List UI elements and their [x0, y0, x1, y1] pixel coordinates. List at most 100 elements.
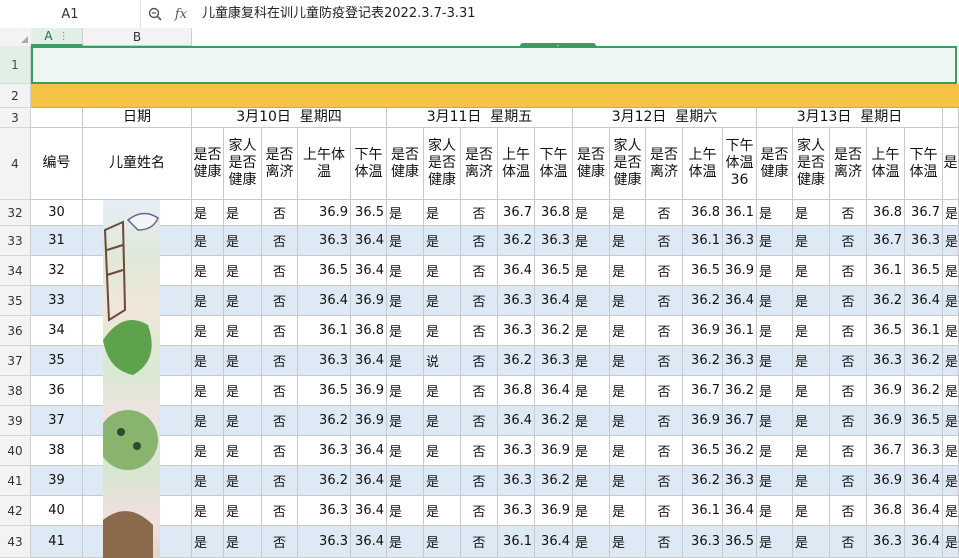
day-header[interactable]: 3月10日 星期四	[192, 108, 387, 128]
temperature-cell[interactable]: 36.1	[905, 316, 943, 346]
status-cell[interactable]: 是	[573, 316, 610, 346]
temperature-cell[interactable]: 36.3	[298, 526, 351, 558]
temperature-cell[interactable]: 36.2	[535, 316, 573, 346]
temperature-cell[interactable]: 36.4	[905, 526, 943, 558]
child-id[interactable]: 35	[31, 346, 83, 376]
row-header[interactable]: 3	[0, 108, 31, 128]
status-cell[interactable]: 是	[943, 526, 959, 558]
temperature-cell[interactable]: 36.1	[298, 316, 351, 346]
row-header[interactable]: 33	[0, 226, 31, 256]
temperature-cell[interactable]: 36.4	[351, 466, 387, 496]
status-cell[interactable]: 否	[461, 256, 498, 286]
status-cell[interactable]: 是	[610, 346, 646, 376]
row-header[interactable]: 39	[0, 406, 31, 436]
status-cell[interactable]: 是	[224, 316, 262, 346]
status-cell[interactable]: 否	[461, 466, 498, 496]
selected-row-1[interactable]	[31, 46, 957, 84]
select-all-corner[interactable]	[0, 28, 32, 47]
status-cell[interactable]: 是	[943, 256, 959, 286]
temperature-cell[interactable]: 36.2	[498, 346, 535, 376]
temperature-cell[interactable]: 36.4	[298, 286, 351, 316]
row-header[interactable]: 38	[0, 376, 31, 406]
temperature-cell[interactable]: 36.3	[298, 226, 351, 256]
child-id[interactable]: 39	[31, 466, 83, 496]
temperature-cell[interactable]: 36.5	[298, 256, 351, 286]
column-subheader[interactable]: 上午体温	[498, 128, 535, 200]
temperature-cell[interactable]: 36.8	[351, 316, 387, 346]
row-header[interactable]: 35	[0, 286, 31, 316]
status-cell[interactable]: 是	[610, 406, 646, 436]
column-subheader[interactable]: 上午体温	[867, 128, 905, 200]
status-cell[interactable]: 是	[943, 496, 959, 526]
status-cell[interactable]: 是	[387, 316, 424, 346]
column-subheader[interactable]: 上午体温	[298, 128, 351, 200]
status-cell[interactable]: 否	[830, 436, 867, 466]
temperature-cell[interactable]: 36.9	[351, 286, 387, 316]
status-cell[interactable]: 否	[262, 200, 298, 226]
status-cell[interactable]: 是	[757, 436, 793, 466]
status-cell[interactable]: 否	[830, 406, 867, 436]
status-cell[interactable]: 是	[793, 406, 830, 436]
temperature-cell[interactable]: 36.2	[723, 376, 757, 406]
status-cell[interactable]: 否	[461, 406, 498, 436]
status-cell[interactable]: 否	[830, 526, 867, 558]
status-cell[interactable]: 是	[192, 436, 224, 466]
temperature-cell[interactable]: 36.3	[498, 286, 535, 316]
row-header[interactable]: 37	[0, 346, 31, 376]
temperature-cell[interactable]: 36.3	[723, 466, 757, 496]
status-cell[interactable]: 是	[424, 200, 461, 226]
status-cell[interactable]: 是	[757, 226, 793, 256]
name-box[interactable]: A1	[0, 0, 141, 28]
child-id[interactable]: 31	[31, 226, 83, 256]
temperature-cell[interactable]: 36.9	[351, 376, 387, 406]
temperature-cell[interactable]: 36.5	[867, 316, 905, 346]
status-cell[interactable]: 否	[262, 316, 298, 346]
status-cell[interactable]: 是	[610, 526, 646, 558]
status-cell[interactable]: 是	[192, 256, 224, 286]
column-subheader[interactable]: 是否离济	[262, 128, 298, 200]
status-cell[interactable]: 是	[757, 256, 793, 286]
temperature-cell[interactable]: 36.4	[351, 346, 387, 376]
status-cell[interactable]: 是	[793, 226, 830, 256]
status-cell[interactable]: 是	[573, 226, 610, 256]
status-cell[interactable]: 是	[192, 200, 224, 226]
temperature-cell[interactable]: 36.7	[723, 406, 757, 436]
column-subheader-partial[interactable]: 是	[943, 128, 959, 200]
temperature-cell[interactable]: 36.3	[535, 226, 573, 256]
status-cell[interactable]: 否	[646, 496, 683, 526]
status-cell[interactable]: 是	[573, 526, 610, 558]
temperature-cell[interactable]: 36.2	[683, 346, 723, 376]
column-subheader[interactable]: 是否离济	[461, 128, 498, 200]
status-cell[interactable]: 否	[646, 226, 683, 256]
status-cell[interactable]: 否	[262, 526, 298, 558]
status-cell[interactable]: 是	[424, 526, 461, 558]
status-cell[interactable]: 是	[943, 226, 959, 256]
column-subheader[interactable]: 是否离济	[830, 128, 867, 200]
status-cell[interactable]: 是	[192, 376, 224, 406]
temperature-cell[interactable]: 36.4	[351, 526, 387, 558]
status-cell[interactable]: 是	[192, 316, 224, 346]
status-cell[interactable]: 是	[573, 200, 610, 226]
status-cell[interactable]: 是	[387, 436, 424, 466]
column-subheader[interactable]: 是否健康	[192, 128, 224, 200]
child-id[interactable]: 37	[31, 406, 83, 436]
status-cell[interactable]: 是	[387, 256, 424, 286]
column-subheader[interactable]: 是否健康	[387, 128, 424, 200]
status-cell[interactable]: 是	[573, 496, 610, 526]
temperature-cell[interactable]: 36.9	[683, 406, 723, 436]
status-cell[interactable]: 否	[646, 436, 683, 466]
child-id[interactable]: 32	[31, 256, 83, 286]
status-cell[interactable]: 是	[943, 406, 959, 436]
temperature-cell[interactable]: 36.2	[723, 436, 757, 466]
status-cell[interactable]: 是	[610, 200, 646, 226]
column-subheader[interactable]: 下午体温	[535, 128, 573, 200]
status-cell[interactable]: 是	[573, 376, 610, 406]
row-header[interactable]: 2	[0, 84, 31, 108]
status-cell[interactable]: 否	[830, 316, 867, 346]
status-cell[interactable]: 是	[610, 436, 646, 466]
temperature-cell[interactable]: 36.4	[723, 496, 757, 526]
status-cell[interactable]: 是	[573, 436, 610, 466]
formula-input[interactable]: 儿童康复科在训儿童防疫登记表2022.3.7-3.31	[202, 0, 476, 28]
temperature-cell[interactable]: 36.9	[535, 496, 573, 526]
temperature-cell[interactable]: 36.9	[867, 466, 905, 496]
